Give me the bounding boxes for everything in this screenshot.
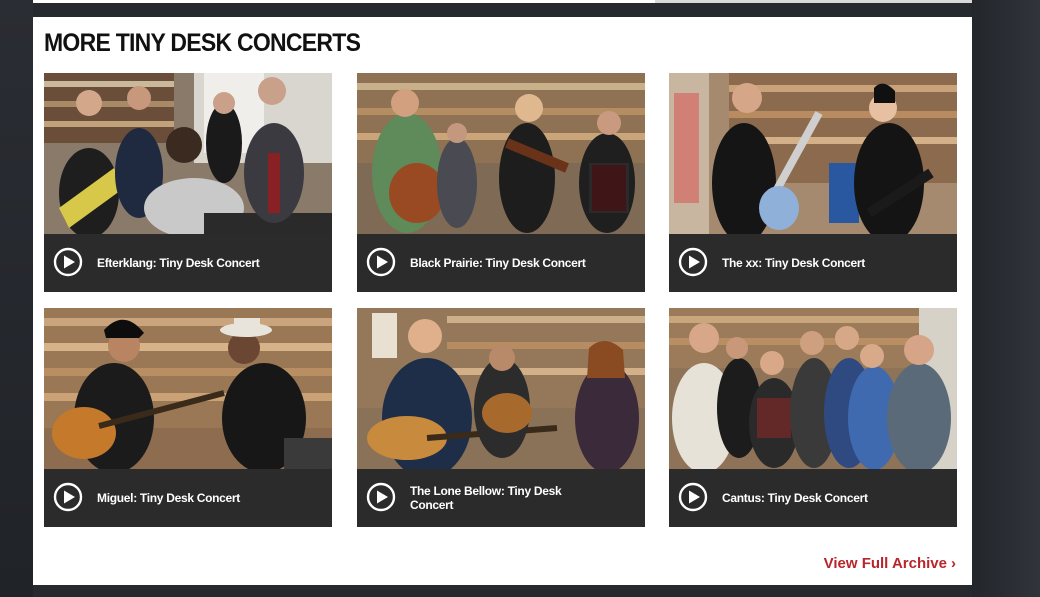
previous-section-edge	[33, 0, 972, 3]
play-icon[interactable]	[366, 482, 396, 512]
concert-caption-bar[interactable]: The xx: Tiny Desk Concert	[669, 234, 957, 292]
concert-thumbnail[interactable]	[357, 308, 645, 469]
concert-title-link[interactable]: Miguel: Tiny Desk Concert	[97, 491, 322, 505]
play-icon[interactable]	[53, 247, 83, 277]
concert-card[interactable]: Efterklang: Tiny Desk Concert	[44, 73, 332, 292]
concert-thumbnail[interactable]	[669, 73, 957, 234]
play-icon[interactable]	[53, 482, 83, 512]
concert-caption-bar[interactable]: Efterklang: Tiny Desk Concert	[44, 234, 332, 292]
concert-card[interactable]: The xx: Tiny Desk Concert	[669, 73, 957, 292]
more-tiny-desk-panel: MORE TINY DESK CONCERTS Efterklang: Tiny…	[33, 17, 972, 585]
concert-title-link[interactable]: The Lone Bellow: Tiny Desk Concert	[410, 484, 570, 512]
view-full-archive-label[interactable]: View Full Archive	[824, 555, 947, 572]
concert-thumbnail[interactable]	[357, 73, 645, 234]
page-background-right	[972, 0, 1040, 597]
concert-thumbnail[interactable]	[669, 308, 957, 469]
concert-card[interactable]: The Lone Bellow: Tiny Desk Concert	[357, 308, 645, 527]
concert-card[interactable]: Black Prairie: Tiny Desk Concert	[357, 73, 645, 292]
page-background-left	[0, 0, 33, 597]
concert-caption-bar[interactable]: Miguel: Tiny Desk Concert	[44, 469, 332, 527]
play-icon[interactable]	[678, 482, 708, 512]
concert-card[interactable]: Miguel: Tiny Desk Concert	[44, 308, 332, 527]
play-icon[interactable]	[678, 247, 708, 277]
concert-title-link[interactable]: Cantus: Tiny Desk Concert	[722, 491, 947, 505]
concert-thumbnail[interactable]	[44, 73, 332, 234]
concert-thumbnail[interactable]	[44, 308, 332, 469]
concert-card[interactable]: Cantus: Tiny Desk Concert	[669, 308, 957, 527]
concert-title-link[interactable]: The xx: Tiny Desk Concert	[722, 256, 947, 270]
section-title: MORE TINY DESK CONCERTS	[44, 29, 361, 57]
chevron-right-icon: ›	[951, 555, 956, 572]
concert-caption-bar[interactable]: Cantus: Tiny Desk Concert	[669, 469, 957, 527]
play-icon[interactable]	[366, 247, 396, 277]
concert-title-link[interactable]: Black Prairie: Tiny Desk Concert	[410, 256, 635, 270]
concert-caption-bar[interactable]: The Lone Bellow: Tiny Desk Concert	[357, 469, 645, 527]
concert-title-link[interactable]: Efterklang: Tiny Desk Concert	[97, 256, 322, 270]
view-full-archive-link[interactable]: View Full Archive ›	[824, 555, 956, 572]
concert-caption-bar[interactable]: Black Prairie: Tiny Desk Concert	[357, 234, 645, 292]
